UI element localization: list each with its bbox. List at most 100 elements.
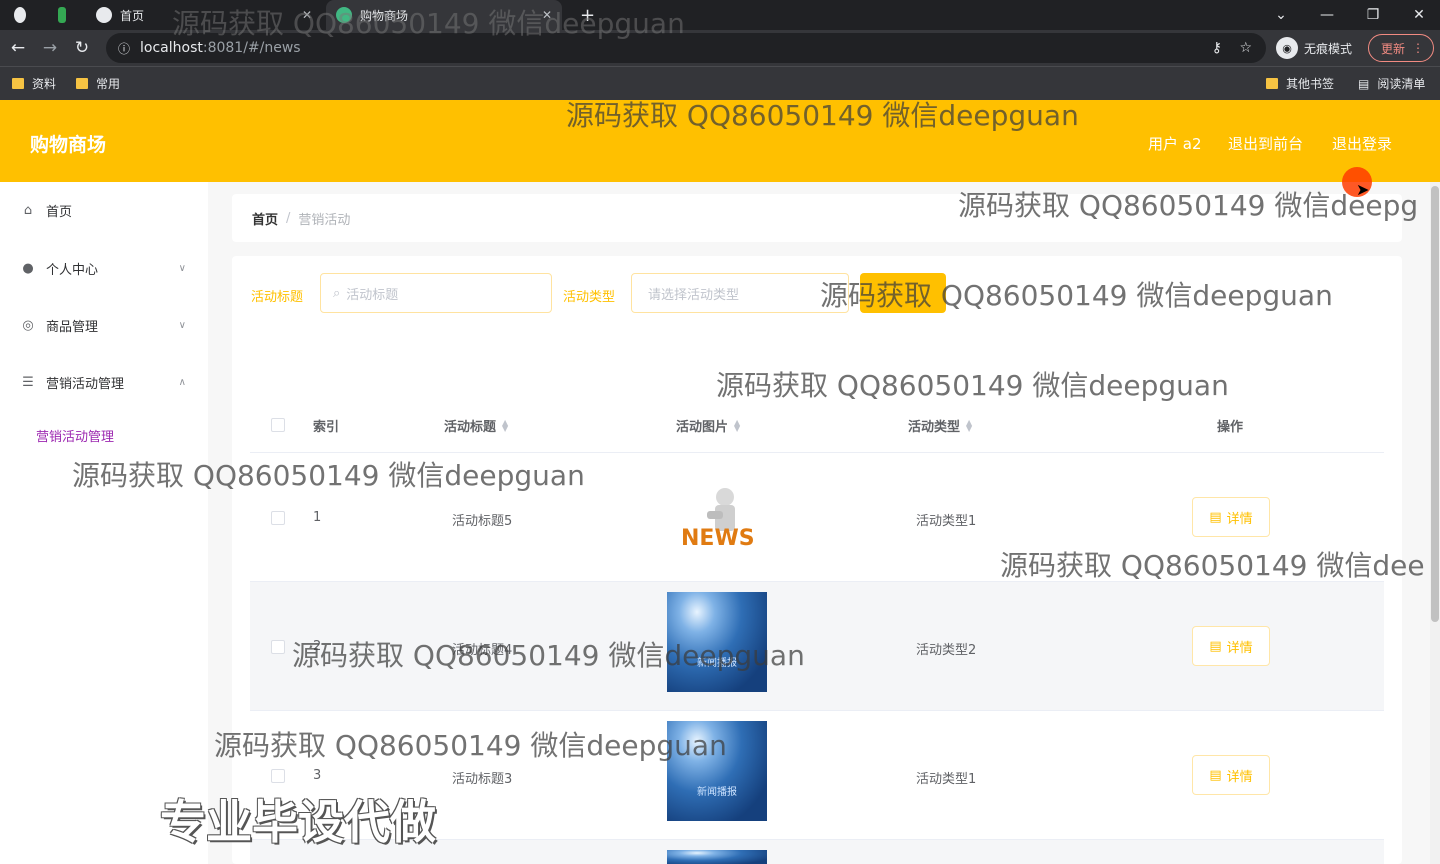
sidebar-item-marketing[interactable]: ☰ 营销活动管理 ∧	[0, 364, 208, 400]
info-icon: ⓘ	[118, 41, 131, 56]
table-row[interactable]: 2 活动标题4 新闻播报 活动类型2 ▤ 详情	[250, 581, 1384, 710]
sidebar-subitem-marketing[interactable]: 营销活动管理	[36, 426, 114, 445]
address-bar[interactable]: ⓘ localhost:8081/#/news ⚷ ☆	[106, 33, 1266, 63]
document-icon: ▤	[1209, 509, 1222, 525]
title-filter-input[interactable]: ⌕ 活动标题	[320, 273, 552, 313]
minimize-button[interactable]: —	[1304, 0, 1350, 30]
star-icon[interactable]: ☆	[1239, 40, 1252, 56]
breadcrumb-current: 营销活动	[298, 212, 351, 228]
other-bookmarks[interactable]: 其他书签	[1266, 75, 1334, 92]
close-window-button[interactable]: ✕	[1396, 0, 1440, 30]
news-figure-image: NEWS	[667, 467, 767, 567]
bookmark-folder[interactable]: 资料	[12, 75, 56, 92]
incognito-indicator[interactable]: ◉ 无痕模式	[1276, 34, 1352, 62]
incognito-icon: ◉	[1276, 37, 1298, 59]
sidebar-item-label: 首页	[46, 204, 73, 220]
sort-icon[interactable]: ▲ ▼	[966, 418, 972, 432]
mouse-cursor-icon: ➤	[1356, 180, 1370, 199]
table-row[interactable]: 1 活动标题5 NEWS 活动类型1 ▤ 详情	[250, 452, 1384, 581]
logout-link[interactable]: 退出登录	[1332, 133, 1392, 154]
pinned-tab[interactable]	[48, 0, 84, 30]
select-all-checkbox[interactable]	[271, 418, 285, 432]
bookmark-folder[interactable]: 常用	[76, 75, 120, 92]
detail-button[interactable]: ▤ 详情	[1192, 626, 1270, 666]
globe-icon	[96, 7, 112, 23]
url-path: :8081/#/news	[202, 40, 301, 56]
tab-home-label: 首页	[120, 8, 145, 23]
detail-label: 详情	[1226, 511, 1253, 527]
reload-icon[interactable]: ↻	[70, 36, 94, 60]
row-checkbox[interactable]	[271, 511, 285, 525]
sidebar-item-profile[interactable]: ● 个人中心 ∨	[0, 250, 208, 286]
row-title: 活动标题5	[452, 514, 513, 529]
breadcrumb-home[interactable]: 首页	[252, 209, 278, 228]
column-header-image[interactable]: 活动图片 ▲ ▼	[676, 416, 740, 435]
sidebar-item-label: 商品管理	[46, 319, 99, 335]
menu-kebab-icon: ⋮	[1412, 41, 1424, 55]
close-icon[interactable]: ✕	[302, 8, 312, 22]
reading-list-label: 阅读清单	[1377, 77, 1426, 91]
sidebar-item-home[interactable]: ⌂ 首页	[0, 192, 208, 228]
tab-search-icon[interactable]: ⌄	[1258, 0, 1304, 30]
type-filter-select[interactable]: 请选择活动类型	[631, 273, 849, 313]
update-button[interactable]: 更新 ⋮	[1368, 34, 1434, 62]
list-icon: ☰	[22, 374, 34, 390]
restore-button[interactable]: ❐	[1350, 0, 1396, 30]
browser-tab-strip: 首页 ✕ 购物商场 ✕ + ⌄ — ❐ ✕	[0, 0, 1440, 30]
column-header-label: 活动类型	[908, 420, 961, 435]
detail-label: 详情	[1226, 769, 1253, 785]
user-name: 用户 a2	[1148, 135, 1202, 153]
home-icon: ⌂	[23, 202, 33, 218]
vue-icon	[336, 7, 352, 23]
row-index: 3	[313, 768, 322, 783]
goods-icon: ◎	[22, 317, 34, 333]
column-header-label: 活动标题	[444, 420, 497, 435]
tab-home[interactable]: 首页 ✕	[86, 0, 322, 30]
close-icon[interactable]: ✕	[542, 8, 552, 22]
chevron-up-icon: ∧	[178, 376, 186, 388]
sidebar-item-goods[interactable]: ◎ 商品管理 ∨	[0, 307, 208, 343]
row-type: 活动类型1	[916, 772, 977, 787]
document-icon: ▤	[1209, 767, 1222, 783]
row-index: 1	[313, 510, 322, 525]
detail-button[interactable]: ▤ 详情	[1192, 497, 1270, 537]
update-label: 更新	[1381, 41, 1406, 56]
sort-icon[interactable]: ▲ ▼	[502, 418, 508, 432]
row-checkbox[interactable]	[271, 769, 285, 783]
new-tab-button[interactable]: +	[570, 0, 602, 30]
url-host: localhost	[140, 40, 203, 56]
search-icon: ⌕	[333, 285, 341, 301]
other-bookmarks-label: 其他书签	[1286, 77, 1335, 91]
column-header-label: 活动图片	[676, 420, 729, 435]
sort-icon[interactable]: ▲ ▼	[734, 418, 740, 432]
breadcrumb-separator: /	[286, 210, 291, 226]
scrollbar-thumb[interactable]	[1431, 186, 1439, 622]
stage-spotlight-image: 新闻播报	[667, 592, 767, 692]
bookmark-label: 资料	[32, 77, 57, 91]
search-button[interactable]	[860, 273, 946, 313]
column-header-type[interactable]: 活动类型 ▲ ▼	[908, 416, 972, 435]
forward-icon[interactable]: →	[38, 36, 62, 60]
back-to-front-link[interactable]: 退出到前台	[1228, 133, 1303, 154]
brand-title: 购物商场	[30, 134, 107, 156]
chevron-down-icon: ∨	[178, 262, 186, 274]
column-header-index: 索引	[313, 420, 340, 435]
breadcrumb: 首页 / 营销活动	[232, 194, 1402, 242]
column-header-action: 操作	[1217, 420, 1244, 435]
row-checkbox[interactable]	[271, 640, 285, 654]
sidebar: ⌂ 首页 ● 个人中心 ∨ ◎ 商品管理 ∨ ☰ 营销活动管理 ∧ 营销活动管理	[0, 182, 208, 864]
news-figure-icon: NEWS	[681, 488, 755, 551]
chevron-down-icon: ∨	[178, 319, 186, 331]
promo-banner-text: 专业毕设代做	[160, 795, 436, 849]
browser-toolbar: ← → ↻ ⓘ localhost:8081/#/news ⚷ ☆ ◉ 无痕模式…	[0, 30, 1440, 66]
tab-shop[interactable]: 购物商场 ✕	[326, 0, 562, 30]
back-icon[interactable]: ←	[6, 36, 30, 60]
content-card: 活动标题 ⌕ 活动标题 活动类型 请选择活动类型 索引 活动标题 ▲ ▼ 活动图片 ▲…	[232, 256, 1402, 864]
column-header-title[interactable]: 活动标题 ▲ ▼	[444, 416, 508, 435]
reading-list[interactable]: ▤ 阅读清单	[1358, 75, 1425, 92]
key-icon[interactable]: ⚷	[1212, 40, 1222, 56]
user-icon: ●	[22, 260, 34, 276]
detail-button[interactable]: ▤ 详情	[1192, 755, 1270, 795]
browser-logo-icon	[4, 0, 44, 30]
detail-label: 详情	[1226, 640, 1253, 656]
